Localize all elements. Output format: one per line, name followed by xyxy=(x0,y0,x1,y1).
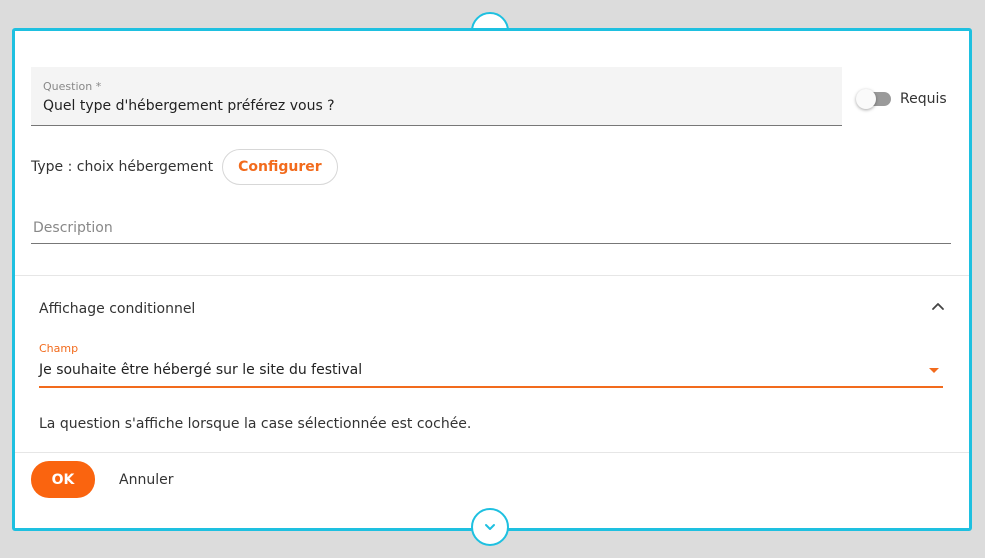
cancel-button[interactable]: Annuler xyxy=(107,461,185,498)
type-line: Type : choix hébergement Configurer xyxy=(31,149,338,185)
question-field-label: Question * xyxy=(43,80,102,93)
conditional-info-text: La question s'affiche lorsque la case sé… xyxy=(39,416,472,432)
required-toggle-track[interactable] xyxy=(856,89,891,109)
conditional-display-header[interactable]: Affichage conditionnel xyxy=(39,301,195,317)
chevron-down-icon xyxy=(485,524,495,530)
caret-down-icon[interactable] xyxy=(929,368,939,373)
question-field[interactable]: Question * Quel type d'hébergement préfé… xyxy=(31,67,842,126)
champ-select-value[interactable]: Je souhaite être hébergé sur le site du … xyxy=(39,362,362,378)
required-toggle-label: Requis xyxy=(900,91,947,107)
description-input[interactable] xyxy=(31,219,955,237)
champ-select-label: Champ xyxy=(39,342,79,355)
question-editor-card: Question * Quel type d'hébergement préfé… xyxy=(12,28,972,531)
chevron-up-icon[interactable] xyxy=(930,299,946,315)
move-down-button[interactable] xyxy=(471,508,509,546)
configure-button[interactable]: Configurer xyxy=(222,149,338,185)
type-label: Type : choix hébergement xyxy=(31,159,214,175)
required-toggle-thumb[interactable] xyxy=(856,89,876,109)
ok-button[interactable]: OK xyxy=(31,461,95,498)
required-toggle[interactable]: Requis xyxy=(856,89,947,109)
description-field[interactable] xyxy=(31,207,955,244)
actions-divider xyxy=(15,452,969,453)
question-field-value[interactable]: Quel type d'hébergement préférez vous ? xyxy=(43,98,335,114)
champ-select[interactable]: Champ Je souhaite être hébergé sur le si… xyxy=(39,340,943,388)
section-divider xyxy=(15,275,969,276)
